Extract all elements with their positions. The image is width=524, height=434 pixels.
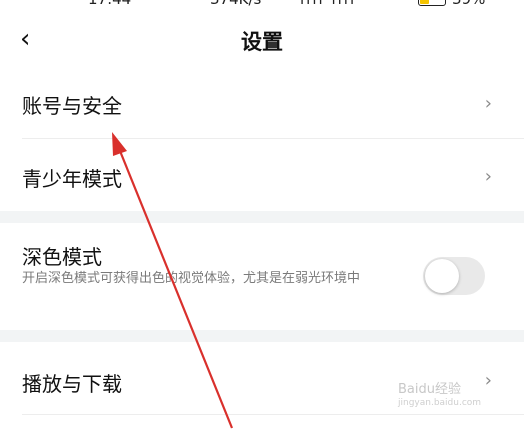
annotation-arrow-icon bbox=[112, 132, 234, 429]
settings-screen: 17:44 374K/s ııll ııll 39% ‹ 设置 账号与安全 › … bbox=[0, 0, 524, 434]
